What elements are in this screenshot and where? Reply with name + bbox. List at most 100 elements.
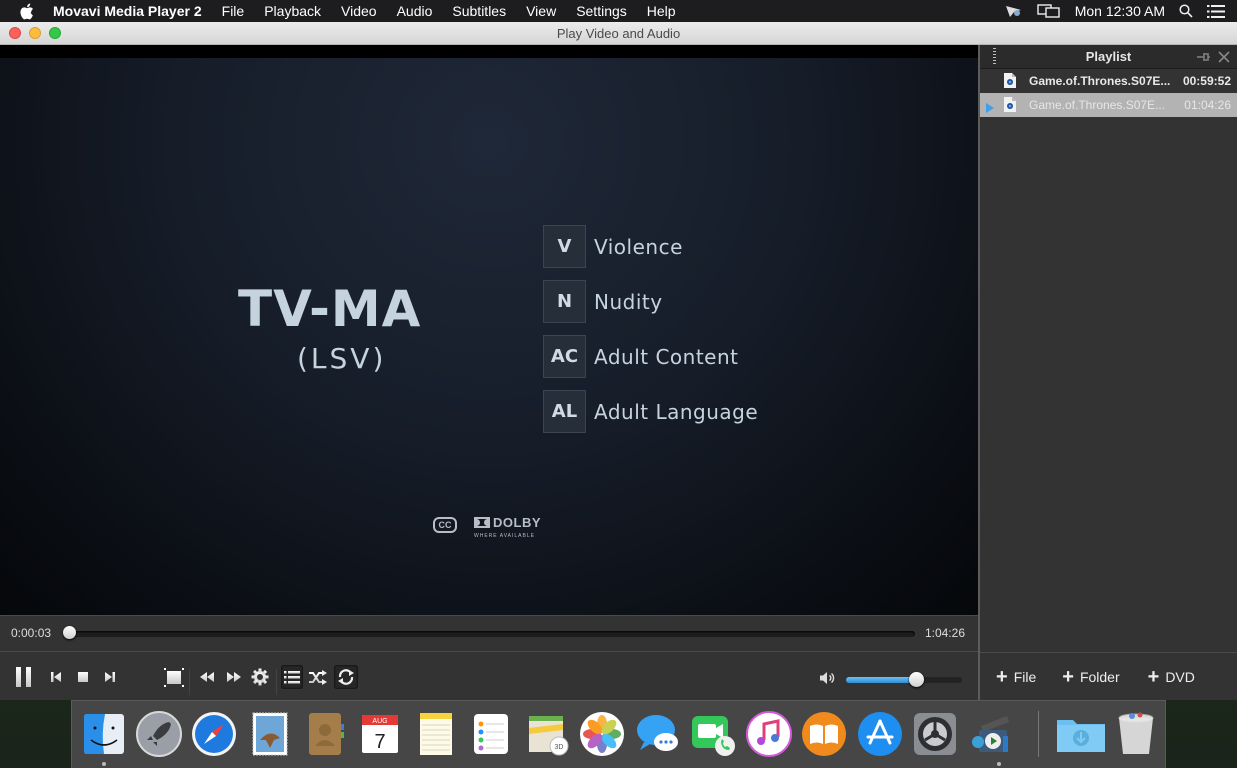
playlist-toggle-button[interactable] [281, 665, 303, 689]
dock-system-preferences[interactable] [911, 710, 959, 758]
stop-button[interactable] [74, 668, 92, 686]
fast-forward-icon [227, 672, 241, 682]
dock-trash[interactable] [1112, 710, 1160, 758]
seek-handle[interactable] [62, 626, 76, 639]
contacts-book-icon [309, 713, 344, 755]
gear-icon [251, 668, 269, 686]
menu-bar: Movavi Media Player 2 File Playback Vide… [0, 0, 1237, 22]
shuffle-button[interactable] [307, 666, 329, 688]
dock-safari[interactable] [190, 710, 238, 758]
video-area[interactable]: TV-MA (LSV) V Violence N Nudity AC Adult… [0, 45, 978, 615]
playlist-footer: + File + Folder + DVD [980, 652, 1237, 700]
calendar-day: 7 [374, 731, 385, 753]
safari-compass-icon [192, 712, 236, 756]
add-dvd-button[interactable]: + DVD [1148, 667, 1195, 687]
descriptor-label: Adult Language [594, 399, 759, 424]
dock-movavi-media-player[interactable] [967, 710, 1015, 758]
dock-ibooks[interactable] [800, 710, 848, 758]
next-button[interactable] [101, 668, 119, 686]
apple-menu-icon[interactable] [19, 3, 39, 20]
video-file-icon [1004, 97, 1016, 117]
window-minimize-button[interactable] [29, 27, 41, 39]
shuffle-icon [309, 669, 327, 685]
menu-subtitles[interactable]: Subtitles [442, 0, 516, 22]
dock-app-store[interactable] [856, 710, 904, 758]
add-folder-button[interactable]: + Folder [1062, 665, 1119, 688]
menu-clock[interactable]: Mon 12:30 AM [1075, 3, 1165, 19]
add-file-label: File [1013, 668, 1037, 685]
volume-handle[interactable] [908, 672, 924, 687]
broadcast-logos: CC DOLBY WHERE AVAILABLE [433, 515, 541, 539]
dock-finder[interactable] [80, 710, 128, 758]
menu-audio[interactable]: Audio [387, 0, 443, 22]
movavi-player-icon [972, 716, 1009, 752]
previous-button[interactable] [47, 668, 65, 686]
skip-next-icon [105, 672, 115, 682]
menu-view[interactable]: View [516, 0, 566, 22]
spotlight-search-icon[interactable] [1179, 4, 1193, 18]
dock-mail[interactable] [246, 710, 294, 758]
menu-help[interactable]: Help [637, 0, 686, 22]
seek-row: 0:00:03 1:04:26 [0, 616, 978, 652]
volume-slider[interactable] [846, 677, 962, 683]
location-cast-icon[interactable] [1005, 4, 1023, 18]
dock-launchpad[interactable] [135, 710, 183, 758]
maps-icon: 3D [529, 716, 569, 756]
playlist-item-duration: 01:04:26 [1184, 98, 1231, 112]
dock-downloads[interactable] [1055, 710, 1105, 758]
dock-facetime[interactable] [689, 710, 737, 758]
descriptor-row: AL Adult Language [543, 390, 758, 433]
dock-itunes[interactable] [745, 710, 793, 758]
fullscreen-button[interactable] [163, 667, 184, 687]
fullscreen-icon [163, 667, 184, 687]
facetime-icon [692, 716, 735, 756]
window-title: Play Video and Audio [556, 26, 681, 41]
rewind-button[interactable] [197, 668, 217, 686]
dock-maps[interactable]: 3D [523, 710, 571, 758]
window-close-button[interactable] [9, 27, 21, 39]
stop-icon [78, 672, 88, 682]
title-bar[interactable]: Play Video and Audio [0, 22, 1237, 45]
repeat-button[interactable] [334, 665, 358, 689]
notification-center-icon[interactable] [1207, 4, 1225, 18]
calendar-icon: AUG 7 [362, 715, 398, 753]
volume-level [846, 677, 916, 683]
dock-contacts[interactable] [301, 710, 349, 758]
dock-calendar[interactable]: AUG 7 [356, 710, 404, 758]
seek-bar[interactable] [66, 631, 915, 637]
dock-notes[interactable] [412, 710, 460, 758]
trash-icon [1118, 712, 1154, 754]
window-zoom-button[interactable] [49, 27, 61, 39]
dock-messages[interactable] [634, 710, 682, 758]
menu-extras: Mon 12:30 AM [991, 0, 1237, 22]
mute-button[interactable] [818, 670, 838, 686]
skip-previous-icon [51, 672, 61, 682]
descriptor-label: Nudity [594, 289, 663, 314]
pause-button[interactable] [12, 664, 36, 690]
add-file-button[interactable]: + File [996, 665, 1037, 688]
pin-icon[interactable] [1197, 50, 1211, 68]
notes-icon [420, 713, 452, 755]
menu-playback[interactable]: Playback [254, 0, 331, 22]
running-indicator [102, 762, 106, 766]
menu-file[interactable]: File [212, 0, 255, 22]
video-frame: TV-MA (LSV) V Violence N Nudity AC Adult… [0, 58, 978, 615]
dock-separator [1038, 711, 1039, 757]
menu-settings[interactable]: Settings [566, 0, 637, 22]
dock-reminders[interactable] [467, 710, 515, 758]
playlist-item-name: Game.of.Thrones.S07E... [1029, 98, 1166, 112]
menu-video[interactable]: Video [331, 0, 387, 22]
airplay-display-icon[interactable] [1037, 4, 1061, 18]
close-icon[interactable] [1218, 50, 1230, 68]
drag-grip-icon[interactable] [993, 48, 996, 65]
playlist-item-active[interactable]: Game.of.Thrones.S07E... 01:04:26 [980, 93, 1237, 117]
plus-icon: + [996, 665, 1008, 688]
settings-button[interactable] [250, 667, 270, 687]
playlist-item[interactable]: Game.of.Thrones.S07E... 00:59:52 [980, 69, 1237, 93]
launchpad-rocket-icon [136, 711, 182, 757]
content-descriptors: V Violence N Nudity AC Adult Content AL … [543, 225, 758, 445]
fast-forward-button[interactable] [224, 668, 244, 686]
menu-app-name[interactable]: Movavi Media Player 2 [53, 0, 212, 22]
plus-icon: + [1062, 665, 1074, 688]
dock-photos[interactable] [578, 710, 626, 758]
